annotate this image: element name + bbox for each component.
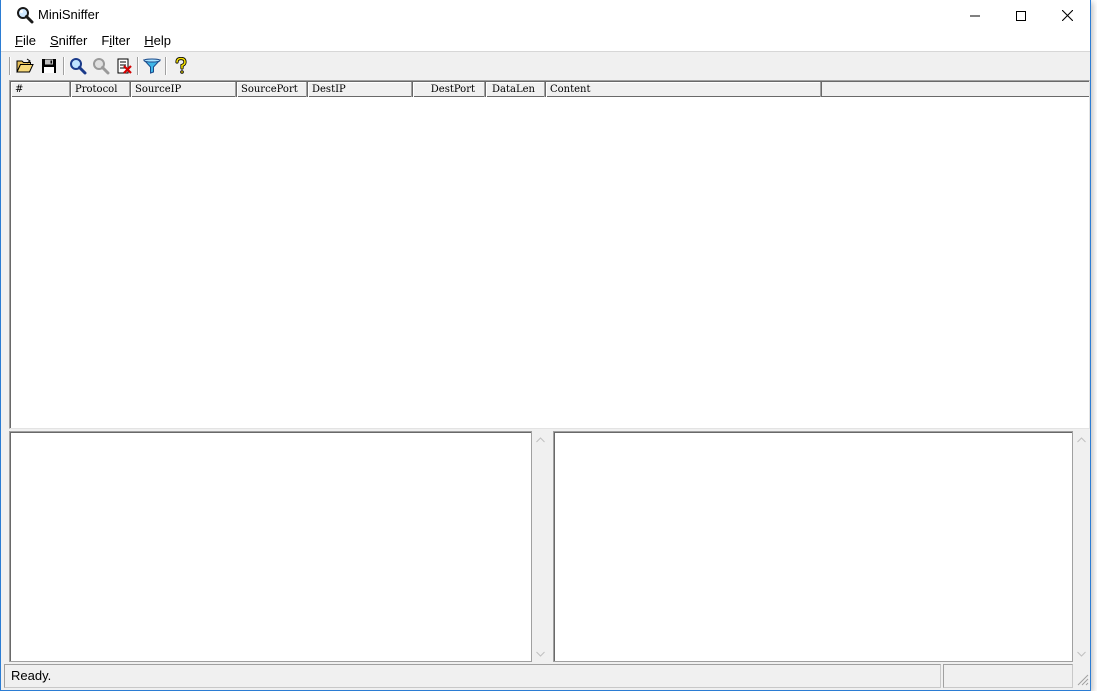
menu-help-label: elp: [153, 33, 171, 48]
close-icon: [1061, 10, 1073, 21]
toolbar-separator: [165, 57, 167, 75]
column-header-dest-port[interactable]: DestPort: [413, 82, 486, 97]
minimize-button[interactable]: [952, 0, 998, 31]
resize-grip-icon[interactable]: [1075, 672, 1089, 686]
window-title: MiniSniffer: [38, 7, 100, 22]
chevron-down-icon: [1077, 651, 1086, 657]
toolbar-separator: [137, 57, 139, 75]
status-panel: [943, 664, 1073, 688]
funnel-icon: [143, 58, 161, 74]
toolbar-separator: [63, 57, 65, 75]
menu-help-mnemonic: H: [144, 33, 154, 48]
title-bar[interactable]: MiniSniffer: [1, 0, 1090, 31]
scroll-up-button[interactable]: [1073, 431, 1090, 448]
column-header-source-port[interactable]: SourcePort: [237, 82, 308, 97]
menu-filter-label: lter: [112, 33, 131, 48]
column-header-data-len[interactable]: DataLen: [486, 82, 546, 97]
column-header-content[interactable]: Content: [546, 82, 822, 97]
status-text: Ready.: [4, 664, 941, 688]
menu-bar: File Sniffer Filter Help: [1, 31, 1090, 51]
toolbar: [1, 51, 1090, 80]
stop-sniff-button[interactable]: [90, 55, 112, 77]
chevron-down-icon: [536, 651, 545, 657]
magnifier-disabled-icon: [93, 58, 110, 75]
packet-hex-pane[interactable]: [553, 431, 1073, 662]
floppy-disk-icon: [42, 59, 56, 73]
packet-list[interactable]: # Protocol SourceIP SourcePort DestIP De…: [9, 80, 1090, 429]
menu-file-mnemonic: F: [15, 33, 23, 48]
chevron-up-icon: [1077, 436, 1086, 442]
menu-file[interactable]: File: [1, 31, 43, 51]
column-header-protocol[interactable]: Protocol: [71, 82, 131, 97]
column-header-source-ip[interactable]: SourceIP: [131, 82, 237, 97]
minimize-icon: [970, 15, 980, 16]
status-bar: Ready.: [1, 664, 1090, 690]
maximize-button[interactable]: [998, 0, 1044, 31]
magnifier-icon: [70, 58, 87, 75]
help-icon: [175, 57, 187, 74]
scroll-up-button[interactable]: [532, 431, 549, 448]
clear-list-icon: [117, 58, 132, 74]
column-header-number[interactable]: #: [11, 82, 71, 97]
column-header-dest-ip[interactable]: DestIP: [308, 82, 413, 97]
main-window: MiniSniffer File Sniffer Filter Help # P…: [0, 0, 1091, 691]
menu-sniffer[interactable]: Sniffer: [43, 31, 94, 51]
detail-scrollbar[interactable]: [532, 431, 549, 662]
menu-filter[interactable]: Filter: [94, 31, 137, 51]
open-folder-icon: [16, 58, 34, 73]
save-button[interactable]: [38, 55, 60, 77]
menu-help[interactable]: Help: [137, 31, 178, 51]
packet-list-header: # Protocol SourceIP SourcePort DestIP De…: [11, 82, 1089, 97]
menu-sniffer-mnemonic: S: [49, 33, 59, 48]
menu-file-label: ile: [22, 33, 36, 48]
maximize-icon: [1016, 10, 1026, 21]
chevron-up-icon: [536, 436, 545, 442]
start-sniff-button[interactable]: [67, 55, 89, 77]
scroll-down-button[interactable]: [1073, 645, 1090, 662]
close-button[interactable]: [1044, 0, 1090, 31]
packet-detail-pane[interactable]: [9, 431, 532, 662]
menu-sniffer-label: niffer: [58, 33, 88, 48]
filter-button[interactable]: [141, 55, 163, 77]
desktop-background: [0, 691, 1097, 696]
hex-scrollbar[interactable]: [1073, 431, 1090, 662]
scroll-down-button[interactable]: [532, 645, 549, 662]
help-button[interactable]: [170, 55, 192, 77]
toolbar-separator: [9, 57, 11, 75]
clear-button[interactable]: [113, 55, 135, 77]
open-button[interactable]: [14, 55, 36, 77]
magnifier-icon: [16, 6, 34, 24]
